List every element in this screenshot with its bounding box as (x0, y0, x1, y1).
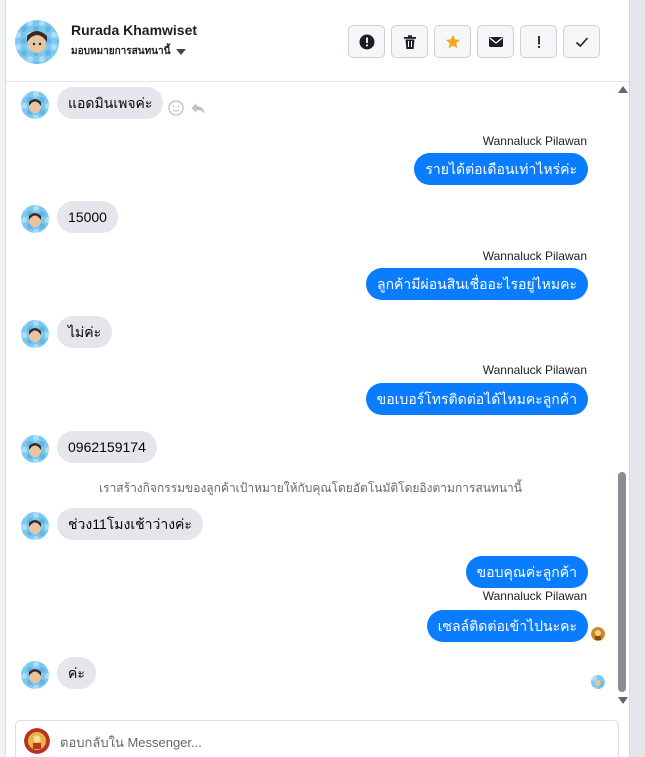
follow-up-button[interactable] (520, 25, 557, 58)
incoming-message[interactable]: ไม่ค่ะ (57, 316, 113, 348)
message-list[interactable]: แอดมินเพจค่ะ Wannaluck Pilawan รายได้ต่อ… (6, 83, 615, 713)
incoming-message[interactable]: 0962159174 (57, 431, 157, 463)
incoming-message[interactable]: 15000 (57, 201, 118, 233)
contact-avatar[interactable] (15, 20, 59, 64)
smiley-icon[interactable] (168, 100, 184, 116)
outgoing-message[interactable]: ขอเบอร์โทรติดต่อได้ไหมคะลูกค้า (365, 383, 588, 415)
outgoing-message[interactable]: รายได้ต่อเดือนเท่าไหร่ค่ะ (414, 153, 588, 185)
alert-circle-icon (359, 34, 374, 49)
outgoing-message[interactable]: เซลล์ติดต่อเข้าไปนะคะ (426, 610, 588, 642)
assign-conversation-dropdown[interactable]: มอบหมายการสนทนานี้ (71, 44, 187, 59)
sender-name: Wannaluck Pilawan (482, 363, 587, 377)
contact-avatar (21, 205, 49, 233)
reply-composer (15, 720, 619, 757)
check-icon (575, 36, 588, 47)
incoming-message[interactable]: ช่วง11โมงเช้าว่างค่ะ (57, 508, 203, 540)
delete-button[interactable] (391, 25, 428, 58)
seen-by-admin-avatar (591, 627, 605, 641)
incoming-message[interactable]: แอดมินเพจค่ะ (57, 87, 164, 119)
contact-avatar (21, 661, 49, 689)
contact-name[interactable]: Rurada Khamwiset (71, 22, 197, 38)
page-avatar (24, 728, 50, 754)
sender-name: Wannaluck Pilawan (482, 589, 587, 603)
scroll-thumb[interactable] (618, 472, 626, 692)
sender-name: Wannaluck Pilawan (482, 249, 587, 263)
scroll-up-arrow-icon[interactable] (618, 86, 628, 93)
star-icon (445, 34, 460, 48)
trash-icon (403, 34, 416, 49)
seen-by-contact-avatar (591, 675, 605, 689)
message-scrollbar[interactable] (615, 84, 629, 709)
reply-icon[interactable] (190, 100, 206, 116)
reply-input[interactable] (60, 731, 600, 753)
outgoing-message[interactable]: ลูกค้ามีผ่อนสินเชื่ออะไรอยู่ไหมคะ (366, 268, 588, 300)
contact-avatar (21, 320, 49, 348)
conversation-header: Rurada Khamwiset มอบหมายการสนทนานี้ (6, 0, 629, 82)
sender-name: Wannaluck Pilawan (482, 134, 587, 148)
star-button[interactable] (434, 25, 471, 58)
incoming-message[interactable]: ค่ะ (57, 657, 96, 689)
chevron-down-icon (176, 48, 187, 55)
mark-done-button[interactable] (563, 25, 600, 58)
scroll-down-arrow-icon[interactable] (618, 697, 628, 704)
right-panel-edge (629, 0, 645, 757)
contact-avatar (21, 91, 49, 119)
contact-avatar (21, 512, 49, 540)
mark-unread-button[interactable] (477, 25, 514, 58)
assign-label: มอบหมายการสนทนานี้ (71, 46, 171, 57)
message-hover-actions (168, 100, 206, 116)
outgoing-message[interactable]: ขอบคุณค่ะลูกค้า (465, 556, 588, 588)
envelope-icon (488, 36, 503, 47)
conversation-actions (348, 25, 600, 58)
contact-avatar (21, 435, 49, 463)
system-activity-note: เราสร้างกิจกรรมของลูกค้าเป้าหมายให้กับคุ… (99, 481, 522, 495)
spam-button[interactable] (348, 25, 385, 58)
exclamation-icon (537, 35, 540, 48)
